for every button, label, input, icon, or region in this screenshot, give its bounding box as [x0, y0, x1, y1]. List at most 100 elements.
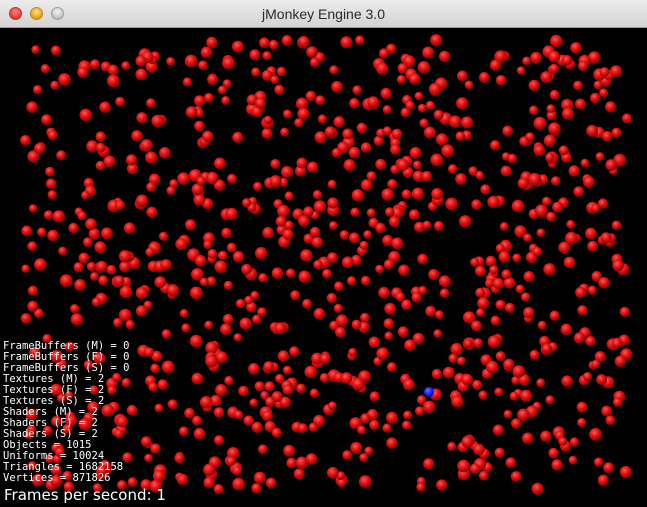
- red-sphere: [221, 96, 231, 105]
- red-sphere: [196, 176, 206, 186]
- red-sphere: [276, 66, 287, 77]
- red-sphere: [282, 384, 294, 396]
- red-sphere: [520, 292, 531, 302]
- red-sphere: [224, 375, 234, 386]
- red-sphere: [375, 222, 386, 234]
- red-sphere: [251, 483, 262, 494]
- red-sphere: [297, 423, 308, 433]
- red-sphere: [281, 35, 293, 46]
- red-sphere: [423, 458, 435, 470]
- red-sphere: [380, 87, 392, 100]
- red-sphere: [52, 210, 65, 223]
- red-sphere: [242, 198, 252, 208]
- red-sphere: [461, 373, 473, 386]
- red-sphere: [529, 349, 540, 360]
- red-sphere: [213, 407, 225, 418]
- red-sphere: [234, 410, 244, 420]
- red-sphere: [532, 246, 542, 257]
- red-sphere: [511, 199, 525, 213]
- red-sphere: [232, 477, 245, 491]
- red-sphere: [235, 298, 246, 309]
- red-sphere: [382, 423, 392, 433]
- red-sphere: [198, 60, 208, 70]
- red-sphere: [376, 62, 389, 75]
- red-sphere: [478, 390, 488, 400]
- red-sphere: [306, 46, 318, 58]
- render-viewport[interactable]: FrameBuffers (M) = 0 FrameBuffers (F) = …: [0, 28, 647, 507]
- red-sphere: [447, 164, 458, 174]
- red-sphere: [342, 128, 354, 140]
- red-sphere: [601, 405, 612, 417]
- red-sphere: [383, 318, 395, 329]
- red-sphere: [45, 166, 55, 177]
- red-sphere: [144, 347, 154, 357]
- red-sphere: [499, 222, 509, 231]
- red-sphere: [598, 277, 610, 289]
- red-sphere: [455, 131, 466, 141]
- title-bar[interactable]: jMonkey Engine 3.0: [0, 0, 647, 28]
- red-sphere: [349, 98, 360, 109]
- red-sphere: [101, 227, 113, 240]
- red-sphere: [382, 105, 392, 114]
- red-sphere: [263, 361, 275, 373]
- red-sphere: [357, 425, 366, 435]
- red-sphere: [549, 89, 560, 100]
- red-sphere: [479, 72, 490, 83]
- red-sphere: [121, 61, 130, 70]
- red-sphere: [40, 64, 50, 74]
- red-sphere: [383, 259, 394, 270]
- red-sphere: [597, 474, 609, 486]
- red-sphere: [305, 453, 318, 465]
- red-sphere: [238, 385, 249, 397]
- window-title: jMonkey Engine 3.0: [262, 6, 385, 22]
- red-sphere: [257, 307, 267, 317]
- red-sphere: [85, 218, 97, 230]
- red-sphere: [296, 383, 306, 394]
- red-sphere: [585, 227, 597, 240]
- red-sphere: [317, 114, 327, 124]
- red-sphere: [408, 73, 421, 85]
- red-sphere: [274, 322, 287, 335]
- red-sphere: [298, 215, 310, 227]
- red-sphere: [86, 261, 97, 272]
- red-sphere: [421, 171, 433, 182]
- red-sphere: [386, 437, 398, 449]
- red-sphere: [333, 116, 345, 128]
- red-sphere: [423, 126, 436, 139]
- red-sphere: [576, 401, 588, 413]
- red-sphere: [254, 247, 268, 260]
- red-sphere: [185, 106, 198, 118]
- red-sphere: [262, 227, 274, 239]
- red-sphere: [531, 482, 544, 495]
- red-sphere: [591, 359, 601, 369]
- red-sphere: [577, 417, 587, 428]
- red-sphere: [367, 96, 380, 109]
- red-sphere: [501, 269, 512, 280]
- blue-marker-sphere: [424, 387, 434, 397]
- red-sphere: [241, 263, 252, 275]
- red-sphere: [269, 175, 282, 188]
- red-sphere: [428, 82, 442, 96]
- red-sphere: [298, 270, 311, 283]
- red-sphere: [430, 153, 444, 167]
- red-sphere: [570, 42, 582, 54]
- red-sphere: [390, 144, 401, 155]
- red-sphere: [107, 64, 119, 76]
- red-sphere: [26, 101, 38, 113]
- red-sphere: [387, 179, 398, 189]
- red-sphere: [516, 66, 526, 75]
- red-sphere: [558, 436, 568, 446]
- red-sphere: [243, 415, 254, 426]
- red-sphere: [313, 414, 325, 427]
- red-sphere: [363, 230, 372, 239]
- red-sphere: [95, 142, 106, 153]
- red-sphere: [536, 378, 546, 388]
- red-sphere: [296, 157, 308, 169]
- red-sphere: [161, 360, 175, 374]
- red-sphere: [259, 37, 270, 48]
- red-sphere: [309, 57, 320, 68]
- red-sphere: [474, 265, 486, 277]
- red-sphere: [96, 260, 108, 273]
- red-sphere: [397, 326, 409, 338]
- red-sphere: [182, 77, 192, 87]
